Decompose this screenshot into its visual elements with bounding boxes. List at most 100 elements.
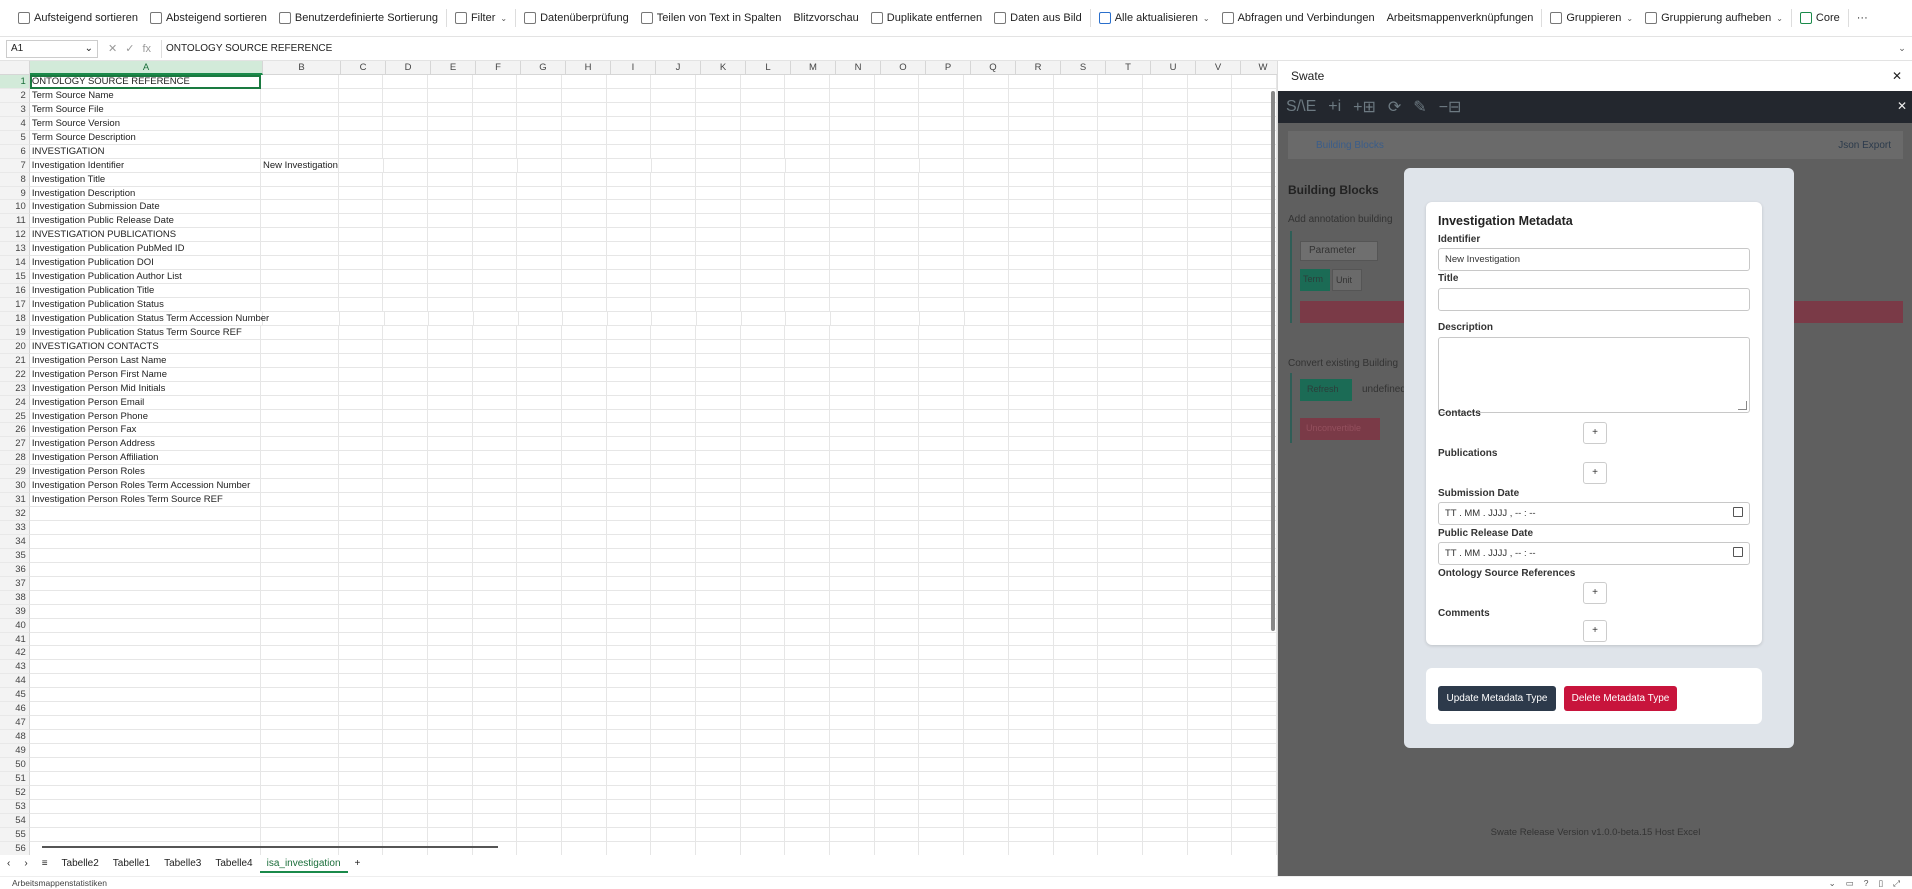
refresh-icon[interactable]: ⟳ xyxy=(1388,97,1401,117)
cell-R44[interactable] xyxy=(1008,674,1054,689)
cell-U22[interactable] xyxy=(1142,367,1188,382)
cell-N32[interactable] xyxy=(830,507,875,521)
cell-U37[interactable] xyxy=(1142,576,1188,591)
cell-S46[interactable] xyxy=(1053,702,1099,717)
row-header[interactable]: 36 xyxy=(0,562,30,577)
cell-M3[interactable] xyxy=(785,102,831,117)
cell-M48[interactable] xyxy=(785,730,831,744)
cell-K56[interactable] xyxy=(696,841,741,855)
cell-U18[interactable] xyxy=(1143,311,1188,326)
cell-E21[interactable] xyxy=(427,353,473,368)
cell-E43[interactable] xyxy=(427,660,473,675)
cell-R17[interactable] xyxy=(1008,298,1054,312)
cell-P28[interactable] xyxy=(919,451,965,466)
cell-E27[interactable] xyxy=(427,437,473,452)
cell-J39[interactable] xyxy=(651,604,697,619)
cell-F30[interactable] xyxy=(472,479,518,494)
cell-M44[interactable] xyxy=(785,674,831,689)
cell-D29[interactable] xyxy=(383,465,428,480)
cell-P56[interactable] xyxy=(919,841,965,855)
cell-A55[interactable] xyxy=(29,827,262,842)
cell-S16[interactable] xyxy=(1053,284,1099,298)
cell-C20[interactable] xyxy=(338,339,384,354)
cell-L45[interactable] xyxy=(740,688,786,703)
cell-F20[interactable] xyxy=(472,339,518,354)
cell-A11[interactable]: Investigation Public Release Date xyxy=(29,214,262,229)
cell-Q11[interactable] xyxy=(964,214,1009,229)
cell-I13[interactable] xyxy=(606,242,652,257)
cell-B48[interactable] xyxy=(261,730,339,744)
cell-V50[interactable] xyxy=(1187,757,1233,772)
cell-V35[interactable] xyxy=(1187,548,1233,563)
cell-M41[interactable] xyxy=(785,632,831,647)
cell-P11[interactable] xyxy=(919,214,965,229)
cell-V28[interactable] xyxy=(1187,451,1233,466)
description-textarea[interactable] xyxy=(1438,337,1750,413)
cell-V44[interactable] xyxy=(1187,674,1233,689)
cell-Q19[interactable] xyxy=(964,325,1009,340)
cell-U11[interactable] xyxy=(1142,214,1188,229)
cell-P47[interactable] xyxy=(919,716,965,731)
chevron-down-icon[interactable]: ⌄ xyxy=(1829,878,1836,889)
cell-A12[interactable]: INVESTIGATION PUBLICATIONS xyxy=(29,228,262,243)
row-header[interactable]: 5 xyxy=(0,130,30,145)
cell-V31[interactable] xyxy=(1187,493,1233,508)
add-table-icon[interactable]: +⊞ xyxy=(1353,97,1376,117)
cell-D26[interactable] xyxy=(383,423,428,438)
cell-N38[interactable] xyxy=(830,590,875,605)
cell-K22[interactable] xyxy=(696,367,741,382)
cell-A29[interactable]: Investigation Person Roles xyxy=(29,465,262,480)
cell-W54[interactable] xyxy=(1232,813,1277,828)
cell-C29[interactable] xyxy=(338,465,384,480)
cell-C13[interactable] xyxy=(338,242,384,257)
cell-O22[interactable] xyxy=(874,367,920,382)
cell-H53[interactable] xyxy=(561,799,607,814)
cell-O24[interactable] xyxy=(874,395,920,410)
cell-B36[interactable] xyxy=(261,562,339,577)
cell-I45[interactable] xyxy=(606,688,652,703)
cell-U46[interactable] xyxy=(1142,702,1188,717)
cell-R39[interactable] xyxy=(1008,604,1054,619)
cell-T14[interactable] xyxy=(1098,256,1143,271)
cell-E12[interactable] xyxy=(427,228,473,243)
cell-C51[interactable] xyxy=(338,771,384,786)
cell-V14[interactable] xyxy=(1187,256,1233,271)
cell-G46[interactable] xyxy=(517,702,562,717)
add-publication-button[interactable]: + xyxy=(1583,462,1607,484)
cell-F49[interactable] xyxy=(472,744,518,758)
cell-L53[interactable] xyxy=(740,799,786,814)
row-header[interactable]: 30 xyxy=(0,479,30,494)
cell-N6[interactable] xyxy=(830,144,875,159)
cell-J32[interactable] xyxy=(651,507,697,521)
cell-W55[interactable] xyxy=(1232,827,1277,842)
cell-H13[interactable] xyxy=(561,242,607,257)
cell-V15[interactable] xyxy=(1187,270,1233,285)
cell-H21[interactable] xyxy=(561,353,607,368)
cell-W44[interactable] xyxy=(1232,674,1277,689)
column-header[interactable]: L xyxy=(746,61,791,75)
cell-T37[interactable] xyxy=(1098,576,1143,591)
cell-K42[interactable] xyxy=(696,646,741,661)
cell-F25[interactable] xyxy=(472,409,518,424)
cell-T51[interactable] xyxy=(1098,771,1143,786)
cell-C17[interactable] xyxy=(338,298,384,312)
cell-E31[interactable] xyxy=(427,493,473,508)
cell-O50[interactable] xyxy=(874,757,920,772)
cell-R24[interactable] xyxy=(1008,395,1054,410)
cell-D15[interactable] xyxy=(383,270,428,285)
page-break-icon[interactable]: ▯ xyxy=(1879,878,1884,889)
cell-A51[interactable] xyxy=(29,771,262,786)
unit-button[interactable]: Unit xyxy=(1332,269,1362,291)
cell-T50[interactable] xyxy=(1098,757,1143,772)
cell-H7[interactable] xyxy=(562,158,607,173)
cell-P13[interactable] xyxy=(919,242,965,257)
cell-J11[interactable] xyxy=(651,214,697,229)
cell-V49[interactable] xyxy=(1187,744,1233,758)
cell-Q28[interactable] xyxy=(964,451,1009,466)
row-header[interactable]: 27 xyxy=(0,437,30,452)
cell-O47[interactable] xyxy=(874,716,920,731)
cell-B15[interactable] xyxy=(261,270,339,285)
cell-R6[interactable] xyxy=(1008,144,1054,159)
cell-M51[interactable] xyxy=(785,771,831,786)
cell-K47[interactable] xyxy=(696,716,741,731)
